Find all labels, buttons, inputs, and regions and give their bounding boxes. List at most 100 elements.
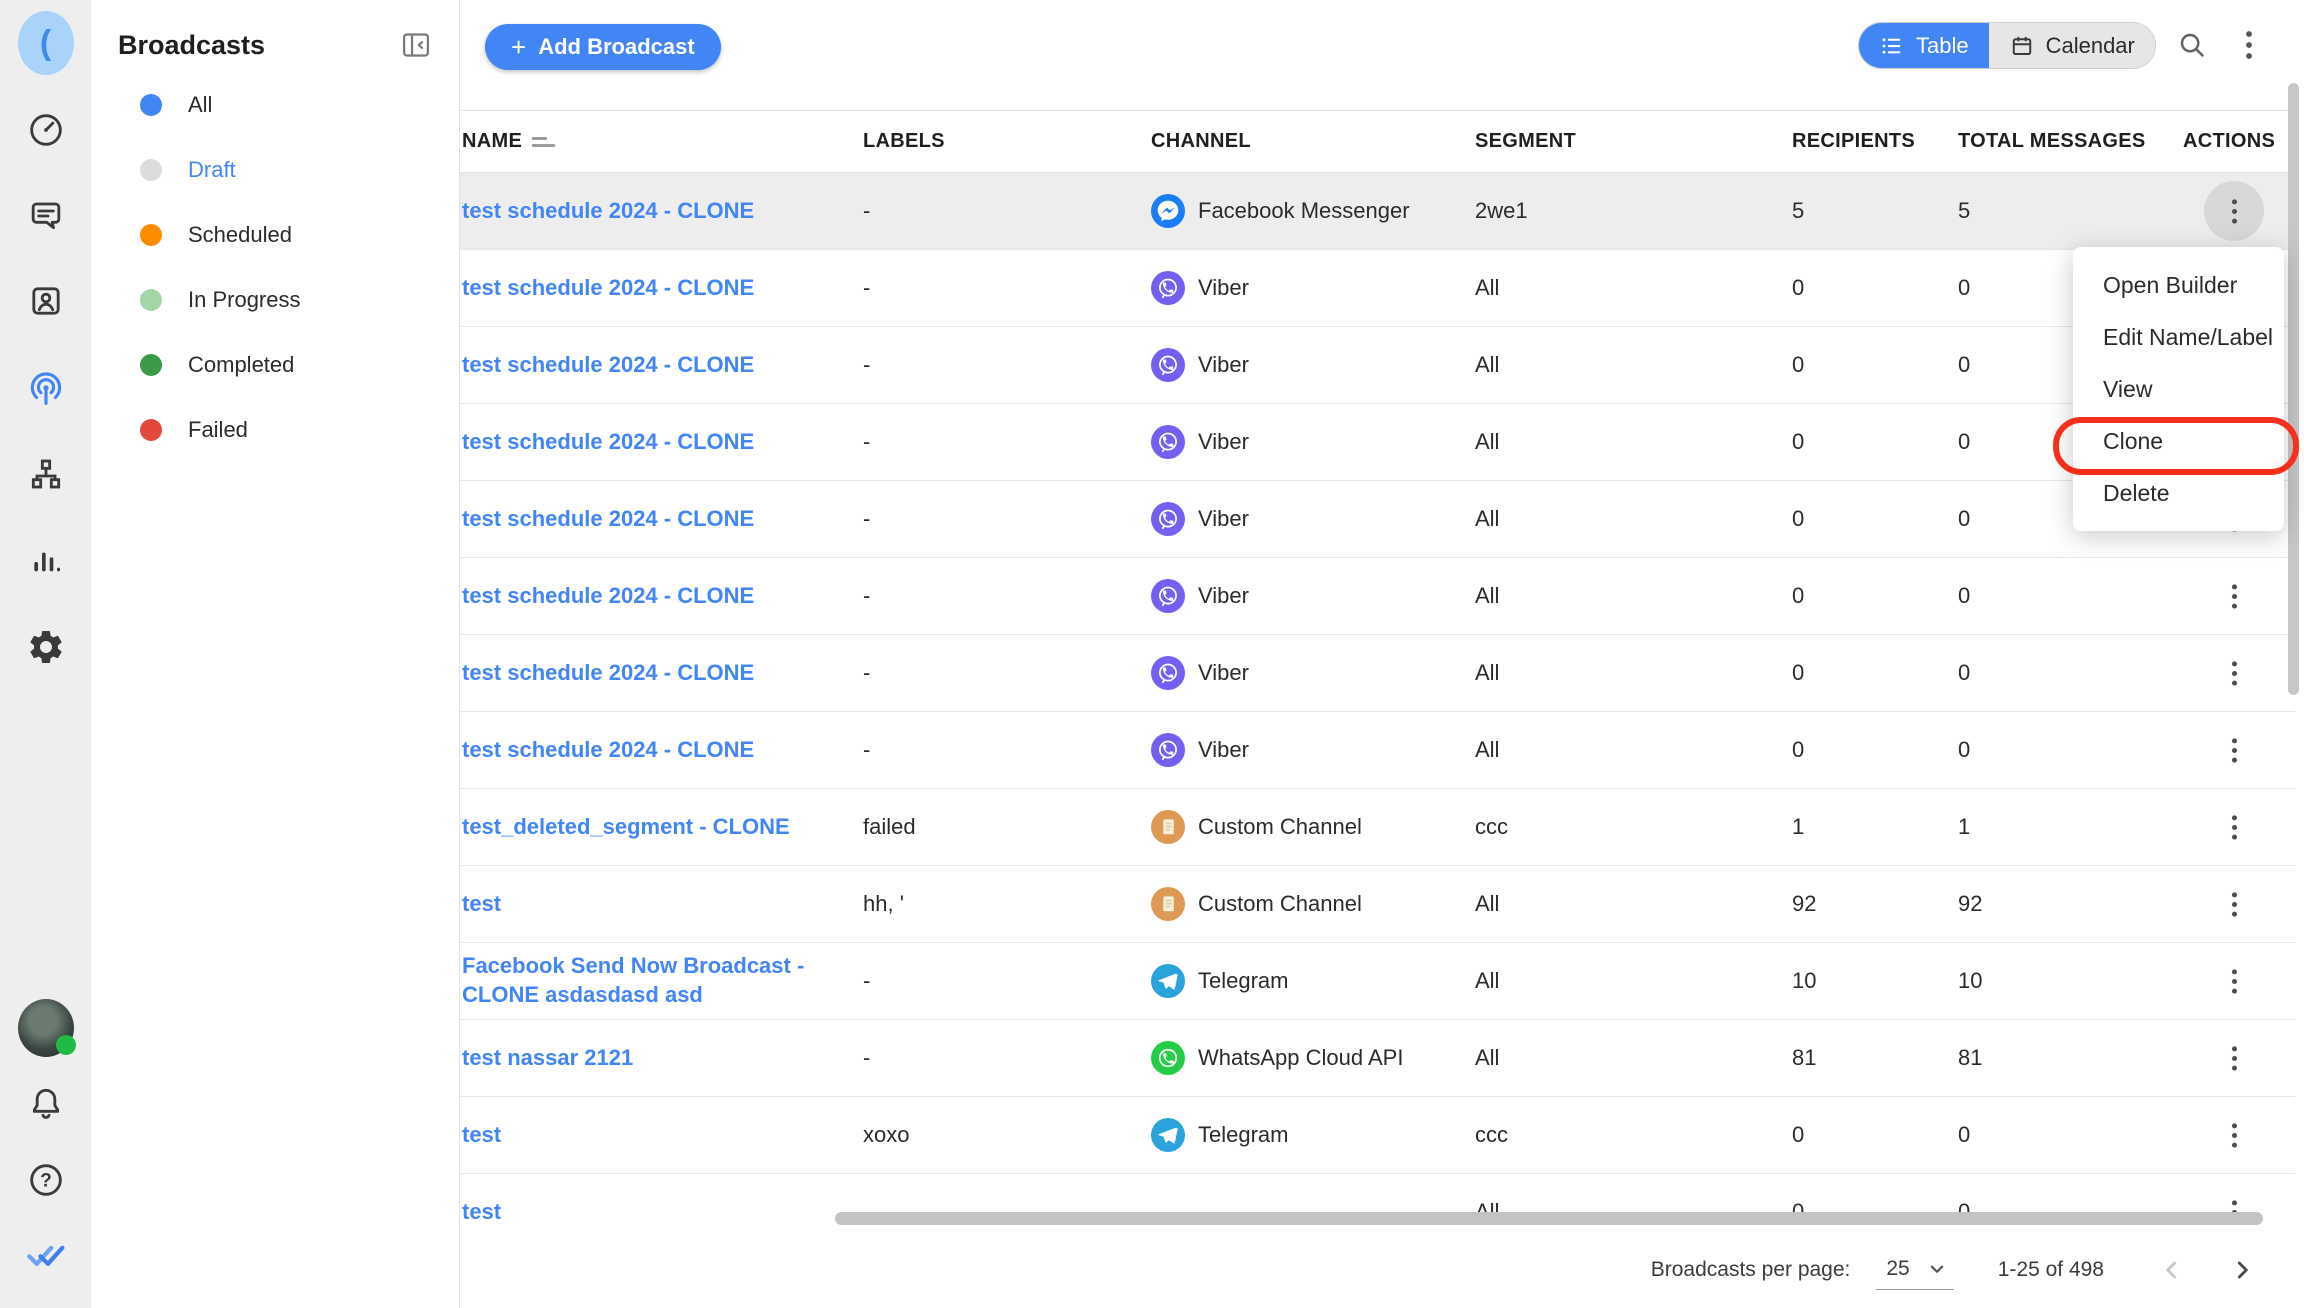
row-actions-button[interactable] [2204,181,2264,241]
chevron-left-icon [2159,1257,2185,1283]
actions-cell [2181,1105,2295,1165]
header-channel: CHANNEL [1149,130,1473,153]
more-options-button[interactable] [2223,19,2275,71]
horizontal-scrollbar[interactable] [835,1212,2263,1225]
sidebar-item-settings[interactable] [18,619,74,675]
kebab-icon [2231,737,2238,764]
menu-item-edit-name-label[interactable]: Edit Name/Label [2073,311,2284,363]
recipients-cell: 0 [1790,429,1956,455]
menu-item-open-builder[interactable]: Open Builder [2073,259,2284,311]
table-row: test nassar 2121 - WhatsApp Cloud API Al… [460,1020,2295,1097]
status-filter-all[interactable]: All [91,72,459,137]
broadcast-name-link[interactable]: test schedule 2024 - CLONE [462,275,782,300]
status-dot [140,159,162,181]
help-icon: ? [26,1160,66,1200]
channel-label: Telegram [1198,968,1288,994]
broadcast-name-link[interactable]: Facebook Send Now Broadcast - CLONE asda… [462,953,804,1007]
toggle-table[interactable]: Table [1859,23,1989,68]
status-dot [140,224,162,246]
contacts-icon [26,281,66,321]
actions-cell [2181,1028,2295,1088]
viber-channel-icon [1151,425,1185,459]
header-name[interactable]: NAME [460,130,861,153]
status-filter-label: All [188,92,212,118]
sidebar-item-broadcasts-active[interactable] [18,360,74,416]
actions-cell [2181,566,2295,626]
sidebar-item-analytics[interactable] [18,532,74,588]
recipients-cell: 0 [1790,1122,1956,1148]
total-messages-cell: 1 [1956,814,2181,840]
labels-cell: - [861,506,1149,532]
sidebar-collapse-button[interactable] [399,28,433,62]
status-filter-failed[interactable]: Failed [91,397,459,462]
status-filter-scheduled[interactable]: Scheduled [91,202,459,267]
row-actions-button[interactable] [2204,874,2264,934]
actions-cell [2181,720,2295,780]
menu-item-delete[interactable]: Delete [2073,467,2284,519]
recipients-cell: 81 [1790,1045,1956,1071]
broadcast-name-link[interactable]: test schedule 2024 - CLONE [462,352,782,377]
chevron-right-icon [2229,1257,2255,1283]
telegram-channel-icon [1151,964,1185,998]
broadcast-name-cell: test [460,1121,861,1150]
segment-cell: 2we1 [1473,198,1790,224]
next-page-button[interactable] [2222,1250,2262,1290]
broadcast-name-link[interactable]: test [462,891,529,916]
channel-cell: Telegram [1149,964,1473,998]
broadcast-name-link[interactable]: test [462,1199,529,1224]
search-button[interactable] [2166,19,2218,71]
row-actions-button[interactable] [2204,951,2264,1011]
toggle-calendar[interactable]: Calendar [1989,23,2155,68]
help-button[interactable]: ? [18,1152,74,1208]
broadcast-name-link[interactable]: test schedule 2024 - CLONE [462,583,782,608]
labels-cell: - [861,275,1149,301]
menu-item-view[interactable]: View [2073,363,2284,415]
row-actions-button[interactable] [2204,1105,2264,1165]
labels-cell: - [861,968,1149,994]
user-avatar-button[interactable] [18,1000,74,1056]
sidebar-item-dashboard[interactable] [18,102,74,158]
broadcast-name-link[interactable]: test nassar 2121 [462,1045,661,1070]
sidebar-item-contacts[interactable] [18,273,74,329]
broadcast-name-link[interactable]: test schedule 2024 - CLONE [462,660,782,685]
kebab-icon [2231,1045,2238,1072]
header-recipients: RECIPIENTS [1790,130,1956,153]
recipients-cell: 10 [1790,968,1956,994]
total-messages-cell: 10 [1956,968,2181,994]
row-actions-button[interactable] [2204,1028,2264,1088]
previous-page-button[interactable] [2152,1250,2192,1290]
sidebar-item-flows[interactable] [18,446,74,502]
broadcast-name-link[interactable]: test schedule 2024 - CLONE [462,198,782,223]
per-page-select[interactable]: 25 [1876,1251,1953,1290]
total-messages-cell: 0 [1956,583,2181,609]
sidebar-item-livechat[interactable] [18,187,74,243]
row-actions-button[interactable] [2204,797,2264,857]
status-dot [140,354,162,376]
actions-cell [2181,874,2295,934]
status-filter-label: Scheduled [188,222,292,248]
kebab-icon [2231,198,2238,225]
row-actions-button[interactable] [2204,566,2264,626]
broadcast-name-link[interactable]: test schedule 2024 - CLONE [462,506,782,531]
vertical-scrollbar[interactable] [2288,83,2299,695]
table-row: test_deleted_segment - CLONE failed Cust… [460,789,2295,866]
broadcast-name-link[interactable]: test [462,1122,529,1147]
table-row: test schedule 2024 - CLONE - Viber All 0… [460,404,2295,481]
sort-icon [532,137,555,147]
status-filter-in-progress[interactable]: In Progress [91,267,459,332]
status-filter-draft[interactable]: Draft [91,137,459,202]
labels-cell: failed [861,814,1149,840]
menu-item-clone[interactable]: Clone [2073,415,2284,467]
workspace-logo[interactable]: ( [18,15,74,71]
table-row: test schedule 2024 - CLONE - Viber All 0… [460,481,2295,558]
add-broadcast-button[interactable]: + Add Broadcast [485,24,721,70]
status-filter-completed[interactable]: Completed [91,332,459,397]
broadcast-name-link[interactable]: test schedule 2024 - CLONE [462,429,782,454]
search-icon [2177,30,2207,60]
broadcast-name-link[interactable]: test schedule 2024 - CLONE [462,737,782,762]
channel-label: Custom Channel [1198,891,1362,917]
notifications-button[interactable] [18,1075,74,1131]
broadcast-name-link[interactable]: test_deleted_segment - CLONE [462,814,818,839]
row-actions-button[interactable] [2204,720,2264,780]
row-actions-button[interactable] [2204,643,2264,703]
